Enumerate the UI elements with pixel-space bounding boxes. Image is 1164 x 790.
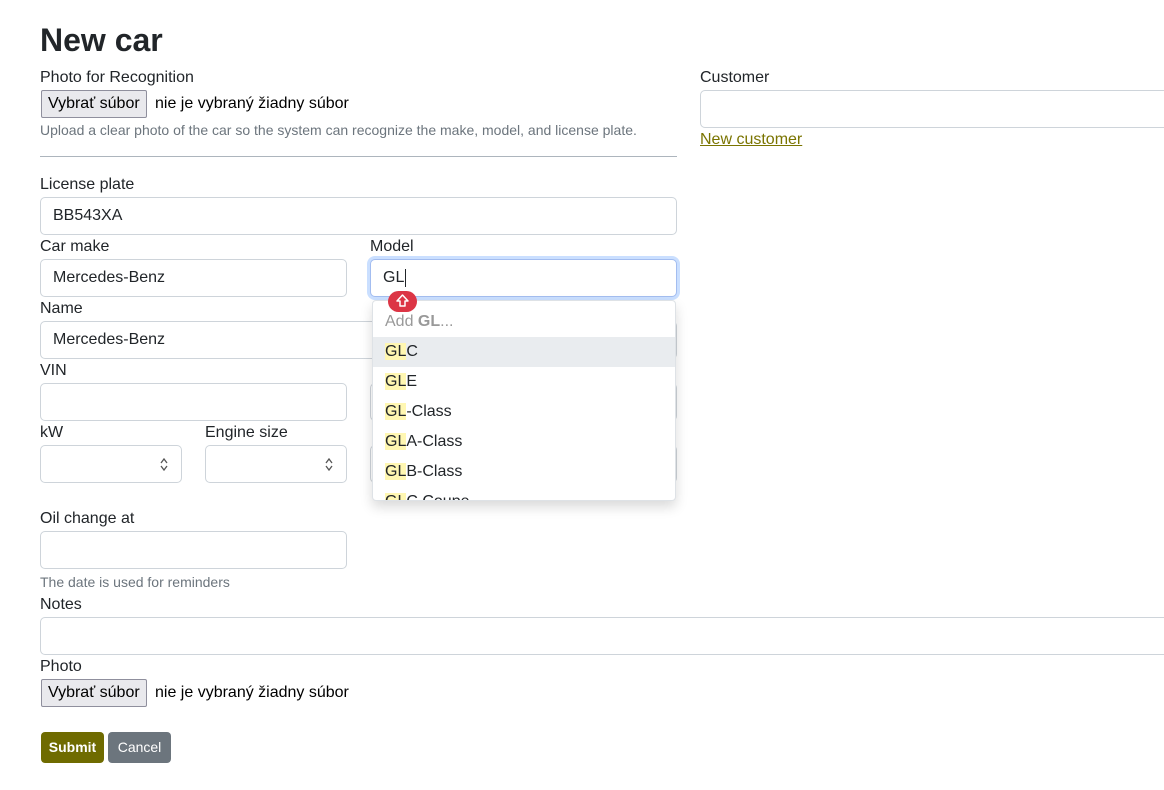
add-new-model-option[interactable]: Add GL... xyxy=(373,307,675,337)
page-title: New car xyxy=(40,22,163,58)
photo-label: Photo xyxy=(40,658,82,675)
option-rest: C xyxy=(406,343,418,360)
model-option[interactable]: GL-Class xyxy=(373,397,675,427)
submit-button[interactable]: Submit xyxy=(41,732,104,763)
add-option-prefix: Add xyxy=(385,313,418,330)
match-highlight: GL xyxy=(385,343,407,360)
kw-input[interactable] xyxy=(40,445,182,483)
option-rest: B-Class xyxy=(406,463,463,480)
engine-size-label: Engine size xyxy=(205,424,288,441)
model-option[interactable]: GLE xyxy=(373,367,675,397)
license-plate-input[interactable]: BB543XA xyxy=(40,197,677,235)
recognition-file-button[interactable]: Vybrať súbor xyxy=(41,90,147,118)
notes-input[interactable] xyxy=(40,617,1164,655)
option-rest: E xyxy=(406,373,418,390)
add-option-query: GL xyxy=(417,313,441,330)
match-highlight: GL xyxy=(385,373,407,390)
engine-size-input[interactable] xyxy=(205,445,347,483)
option-rest: C Coupe xyxy=(406,493,469,500)
model-option[interactable]: GLC Coupe xyxy=(373,487,675,500)
model-option[interactable]: GLA-Class xyxy=(373,427,675,457)
text-caret xyxy=(405,268,407,287)
oil-change-label: Oil change at xyxy=(40,510,135,527)
match-highlight: GL xyxy=(385,433,407,450)
match-highlight: GL xyxy=(385,403,407,420)
name-label: Name xyxy=(40,300,83,317)
new-customer-link[interactable]: New customer xyxy=(700,130,802,150)
model-input-value: GL xyxy=(383,269,405,286)
car-make-input[interactable]: Mercedes-Benz xyxy=(40,259,347,297)
model-label: Model xyxy=(370,238,414,255)
option-rest: -Class xyxy=(406,403,452,420)
customer-label: Customer xyxy=(700,69,770,86)
match-highlight: GL xyxy=(385,463,407,480)
license-plate-label: License plate xyxy=(40,176,135,193)
option-rest: A-Class xyxy=(406,433,463,450)
recognition-photo-label: Photo for Recognition xyxy=(40,69,194,86)
match-highlight: GL xyxy=(385,493,407,500)
photo-file-button[interactable]: Vybrať súbor xyxy=(41,679,147,707)
model-option[interactable]: GLC xyxy=(373,337,675,367)
model-autocomplete-dropdown: Add GL... GLC GLE GL-Class GLA-Class GLB… xyxy=(372,300,676,501)
recognition-hint: Upload a clear photo of the car so the s… xyxy=(40,122,637,138)
recognition-file-status: nie je vybraný žiadny súbor xyxy=(155,95,349,112)
shift-arrow-icon xyxy=(388,291,417,312)
vin-label: VIN xyxy=(40,362,67,379)
customer-select[interactable] xyxy=(700,90,1164,128)
section-divider xyxy=(40,156,677,157)
cancel-button[interactable]: Cancel xyxy=(108,732,171,763)
number-spinner-icon[interactable] xyxy=(159,457,169,472)
car-make-label: Car make xyxy=(40,238,110,255)
model-option[interactable]: GLB-Class xyxy=(373,457,675,487)
kw-label: kW xyxy=(40,424,64,441)
notes-label: Notes xyxy=(40,596,82,613)
oil-change-hint: The date is used for reminders xyxy=(40,574,230,590)
number-spinner-icon[interactable] xyxy=(324,457,334,472)
vin-input[interactable] xyxy=(40,383,347,421)
photo-file-status: nie je vybraný žiadny súbor xyxy=(155,684,349,701)
oil-change-input[interactable] xyxy=(40,531,347,569)
add-option-suffix: ... xyxy=(440,313,454,330)
